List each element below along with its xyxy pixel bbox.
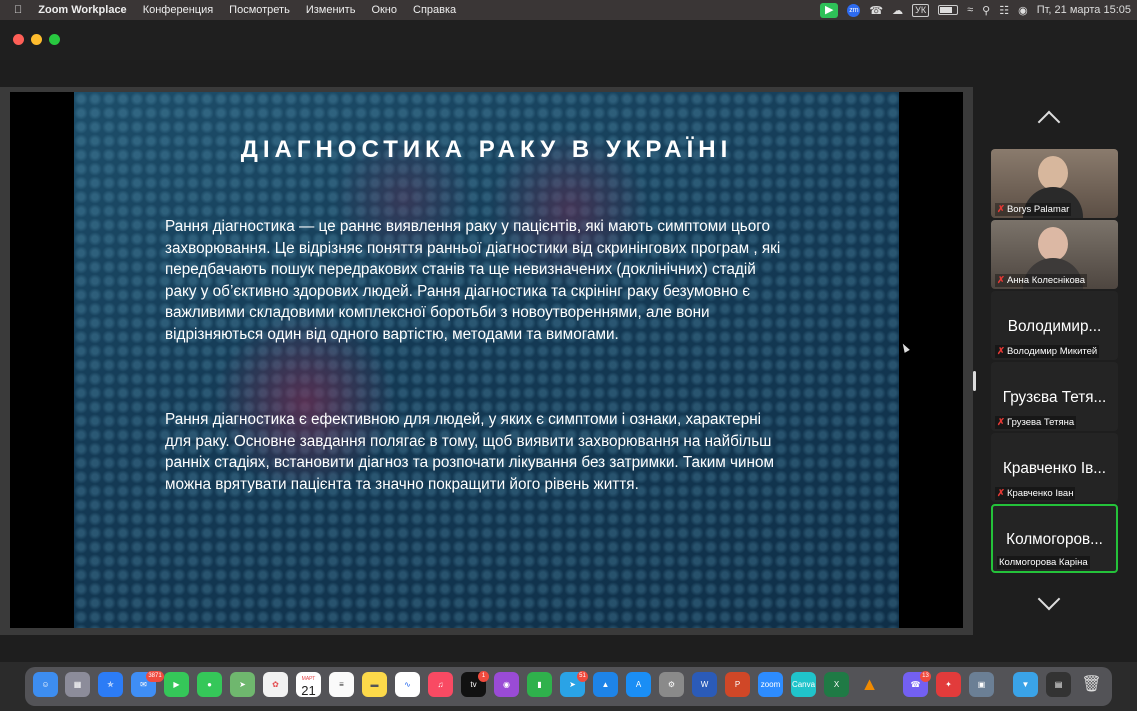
muted-mic-icon: ✗ xyxy=(997,204,1005,215)
canva-icon[interactable]: Canva xyxy=(791,672,816,697)
numbers-icon[interactable]: ▮ xyxy=(527,672,552,697)
slide-paragraph-1: Рання діагностика — це раннє виявлення р… xyxy=(165,218,781,343)
participant-tile[interactable]: ✗ Анна Колеснікова xyxy=(991,220,1118,289)
participant-name-label: Колмогорова Каріна xyxy=(997,556,1090,569)
battery-icon[interactable] xyxy=(938,5,959,15)
shared-screen: ДІАГНОСТИКА РАКУ В УКРАЇНІ Рання діагнос… xyxy=(10,92,963,628)
menubar-clock[interactable]: Пт, 21 марта 15:05 xyxy=(1037,4,1131,16)
calendar-day: 21 xyxy=(301,683,316,698)
apple-icon[interactable]:  xyxy=(0,4,30,16)
freeform-icon[interactable]: ∿ xyxy=(395,672,420,697)
panel-resize-handle[interactable] xyxy=(973,371,976,391)
participant-tile[interactable]: ✗ Borys Palamar xyxy=(991,149,1118,218)
participant-display-name: Грузєва Тетя... xyxy=(1002,389,1107,406)
music-icon[interactable]: ♫ xyxy=(428,672,453,697)
menu-help[interactable]: Справка xyxy=(405,4,464,16)
trash-icon[interactable]: 🗑 xyxy=(1079,672,1104,697)
menu-window[interactable]: Окно xyxy=(363,4,405,16)
menu-conference[interactable]: Конференция xyxy=(135,4,221,16)
participant-name-label: ✗ Borys Palamar xyxy=(995,203,1072,216)
launchpad-icon[interactable]: ▦ xyxy=(65,672,90,697)
photos-icon[interactable]: ✿ xyxy=(263,672,288,697)
muted-mic-icon: ✗ xyxy=(997,488,1005,499)
participant-name-label: ✗ Кравченко Іван xyxy=(995,487,1076,500)
fullscreen-window-button[interactable] xyxy=(49,34,60,45)
spotlight-search-icon[interactable]: ⚲ xyxy=(982,4,990,17)
menu-view[interactable]: Посмотреть xyxy=(221,4,298,16)
viber-icon[interactable]: ☎ 13 xyxy=(903,671,931,697)
zoom-meeting-window: ДІАГНОСТИКА РАКУ В УКРАЇНІ Рання діагнос… xyxy=(0,20,1137,662)
notes-icon[interactable]: ▬ xyxy=(362,672,387,697)
wifi-icon[interactable]: ≈ xyxy=(967,4,973,16)
participant-video xyxy=(1038,156,1068,190)
participant-tile[interactable]: Кравченко Ів... ✗ Кравченко Іван xyxy=(991,433,1118,502)
control-center-icon[interactable]: ☷ xyxy=(999,4,1009,17)
muted-mic-icon: ✗ xyxy=(997,346,1005,357)
anydesk-icon[interactable]: ✦ xyxy=(936,672,961,697)
close-window-button[interactable] xyxy=(13,34,24,45)
vlc-icon[interactable]: ▲ xyxy=(857,672,882,697)
zoom-menu-icon[interactable]: zm xyxy=(847,3,861,17)
participant-display-name: Володимир... xyxy=(1007,318,1102,335)
macos-dock: ☺ ▦ ✯ ✉ 3871 ▶ ● ➤ ✿ МАРТ 21 ≡ ▬ ∿ ♫ tv … xyxy=(25,667,1112,706)
telegram-icon[interactable]: ➤ 51 xyxy=(560,671,588,697)
participant-tile-active-speaker[interactable]: Колмогоров... Колмогорова Каріна xyxy=(991,504,1118,573)
participant-name-label: ✗ Анна Колеснікова xyxy=(995,274,1088,287)
zoom-video-status-icon[interactable]: ▶ xyxy=(819,2,839,18)
participant-name-label: ✗ Грузева Тетяна xyxy=(995,416,1077,429)
maps-icon[interactable]: ➤ xyxy=(230,672,255,697)
podcasts-icon[interactable]: ◉ xyxy=(494,672,519,697)
excel-icon[interactable]: X xyxy=(824,672,849,697)
menu-bar:  Zoom Workplace Конференция Посмотреть … xyxy=(0,0,1137,20)
minimize-window-button[interactable] xyxy=(31,34,42,45)
word-icon[interactable]: W xyxy=(692,672,717,697)
participant-video xyxy=(1038,227,1068,261)
mail-icon[interactable]: ✉ 3871 xyxy=(131,671,164,697)
preview-icon[interactable]: ▣ xyxy=(969,672,994,697)
viber-tray-icon[interactable]: ☎ xyxy=(869,4,883,17)
facetime-icon[interactable]: ▶ xyxy=(164,672,189,697)
window-titlebar xyxy=(0,20,1137,60)
downloads-folder-icon[interactable]: ▼ xyxy=(1013,672,1038,697)
app-store-icon[interactable]: A xyxy=(626,672,651,697)
muted-mic-icon: ✗ xyxy=(997,417,1005,428)
presentation-slide: ДІАГНОСТИКА РАКУ В УКРАЇНІ Рання діагнос… xyxy=(74,92,899,628)
keynote-icon[interactable]: ▲ xyxy=(593,672,618,697)
system-settings-icon[interactable]: ⚙ xyxy=(659,672,684,697)
menu-app-name[interactable]: Zoom Workplace xyxy=(30,4,134,16)
muted-mic-icon: ✗ xyxy=(997,275,1005,286)
viber-badge: 13 xyxy=(920,671,931,682)
participant-display-name: Колмогоров... xyxy=(1006,531,1103,548)
apple-tv-icon[interactable]: tv 1 xyxy=(461,671,489,697)
participant-tile[interactable]: Володимир... ✗ Володимир Микитей xyxy=(991,291,1118,360)
telegram-badge: 51 xyxy=(577,671,588,682)
menu-edit[interactable]: Изменить xyxy=(298,4,364,16)
messages-icon[interactable]: ● xyxy=(197,672,222,697)
slide-title: ДІАГНОСТИКА РАКУ В УКРАЇНІ xyxy=(240,136,733,163)
calendar-icon[interactable]: МАРТ 21 xyxy=(296,672,321,697)
participant-display-name: Кравченко Ів... xyxy=(1002,460,1107,477)
mail-badge: 3871 xyxy=(146,671,164,682)
creative-cloud-icon[interactable]: ☁ xyxy=(892,4,903,17)
participant-tile[interactable]: Грузєва Тетя... ✗ Грузева Тетяна xyxy=(991,362,1118,431)
participant-name-label: ✗ Володимир Микитей xyxy=(995,345,1100,358)
safari-icon[interactable]: ✯ xyxy=(98,672,123,697)
zoom-icon[interactable]: zoom xyxy=(758,672,783,697)
siri-icon[interactable]: ◉ xyxy=(1018,4,1028,17)
recent-windows-icon[interactable]: ▤ xyxy=(1046,672,1071,697)
powerpoint-icon[interactable]: P xyxy=(725,672,750,697)
finder-icon[interactable]: ☺ xyxy=(33,672,58,697)
tv-badge: 1 xyxy=(478,671,489,682)
screen-share-area: ДІАГНОСТИКА РАКУ В УКРАЇНІ Рання діагнос… xyxy=(0,87,973,635)
reminders-icon[interactable]: ≡ xyxy=(329,672,354,697)
slide-paragraph-2: Рання діагностика є ефективною для людей… xyxy=(165,411,775,493)
keyboard-layout-indicator[interactable]: УК xyxy=(912,3,930,17)
